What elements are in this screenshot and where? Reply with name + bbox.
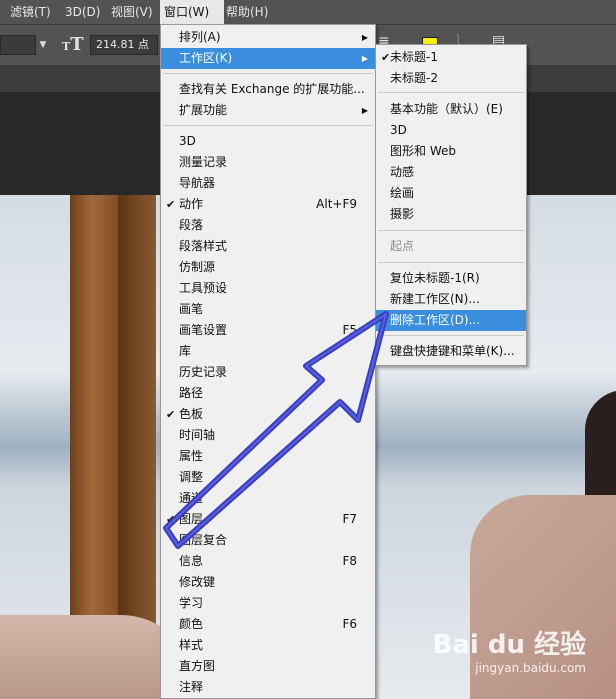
- annotation-arrow-icon: [163, 311, 389, 549]
